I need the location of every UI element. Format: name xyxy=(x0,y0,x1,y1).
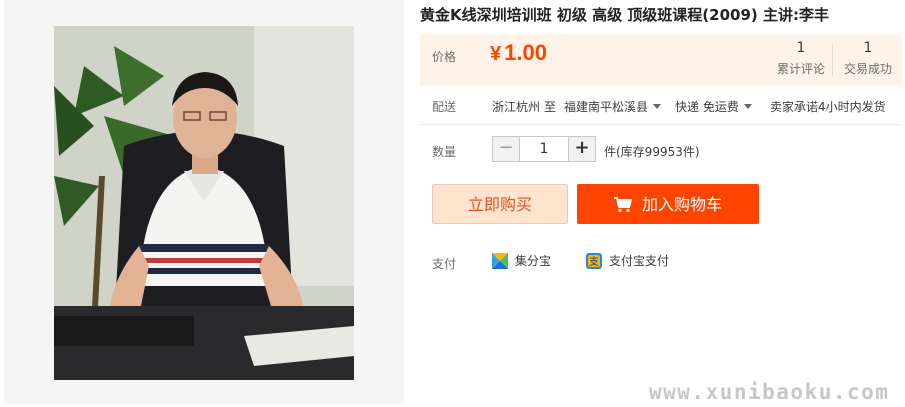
deals-stat[interactable]: 1 交易成功 xyxy=(835,40,901,77)
deals-count: 1 xyxy=(863,40,873,56)
destination-text: 福建南平松溪县 xyxy=(564,100,649,114)
payment-method-name: 集分宝 xyxy=(515,254,552,268)
buy-now-button[interactable]: 立即购买 xyxy=(432,184,568,224)
quantity-input[interactable]: 1 xyxy=(520,136,568,162)
price-amount: 1.00 xyxy=(504,40,547,65)
reviews-label: 累计评论 xyxy=(776,62,825,76)
destination-selector[interactable]: 福建南平松溪县 xyxy=(564,98,662,115)
payment-method-name: 支付宝支付 xyxy=(609,254,670,268)
quantity-stepper: − 1 + xyxy=(492,136,596,162)
reviews-stat[interactable]: 1 累计评论 xyxy=(772,40,830,77)
ship-from: 浙江杭州 xyxy=(492,100,541,114)
add-to-cart-button[interactable]: 加入购物车 xyxy=(577,184,759,224)
product-main-image[interactable] xyxy=(54,26,354,380)
chevron-down-icon xyxy=(743,104,752,109)
chevron-down-icon xyxy=(653,104,662,109)
divider xyxy=(420,124,902,125)
watermark: www.xunibaoku.com xyxy=(649,380,890,404)
increase-button[interactable]: + xyxy=(568,136,596,162)
add-to-cart-label: 加入购物车 xyxy=(641,195,722,214)
product-title: 黄金K线深圳培训班 初级 高级 顶级班课程(2009) 主讲:李丰 xyxy=(420,6,829,24)
payment-method-jifenbao[interactable]: 集分宝 xyxy=(492,252,551,269)
svg-text:支: 支 xyxy=(589,256,599,268)
alipay-icon: 支 xyxy=(586,252,602,269)
payment-method-alipay[interactable]: 支 支付宝支付 xyxy=(586,252,669,269)
deals-label: 交易成功 xyxy=(843,62,892,76)
decrease-button[interactable]: − xyxy=(492,136,520,162)
price-value: ¥1.00 xyxy=(490,40,547,66)
shipping-method-text: 快递 免运费 xyxy=(675,100,739,114)
stock-info: 件(库存99953件) xyxy=(604,145,700,159)
jifenbao-icon xyxy=(492,252,508,269)
ship-to-word: 至 xyxy=(544,100,557,114)
shipping-promise: 卖家承诺4小时内发货 xyxy=(770,100,886,114)
price-label: 价格 xyxy=(432,50,457,64)
quantity-label: 数量 xyxy=(432,145,457,159)
currency-symbol: ¥ xyxy=(490,43,502,65)
stat-divider xyxy=(832,44,833,76)
shopping-cart-icon xyxy=(613,188,633,228)
price-panel: 价格 ¥1.00 1 累计评论 1 交易成功 xyxy=(420,34,902,86)
payment-label: 支付 xyxy=(432,257,457,271)
reviews-count: 1 xyxy=(796,40,806,56)
shipping-method-selector[interactable]: 快递 免运费 xyxy=(675,98,752,115)
shipping-label: 配送 xyxy=(432,100,457,114)
product-gallery xyxy=(4,0,404,404)
